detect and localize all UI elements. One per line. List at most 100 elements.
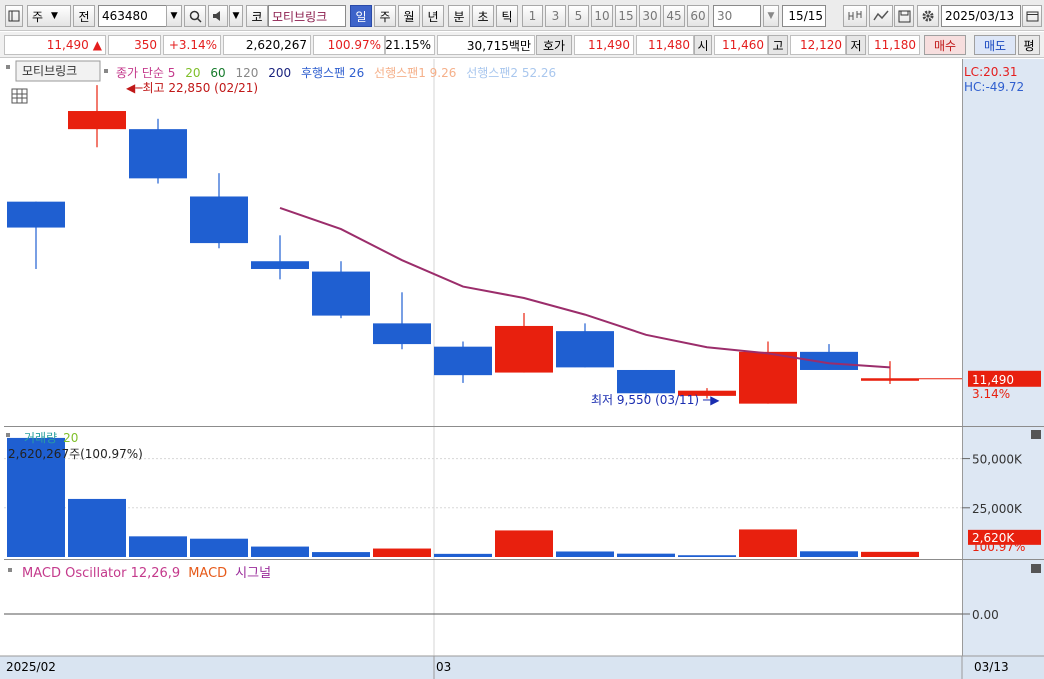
period-minute-tab[interactable]: 분: [448, 5, 470, 27]
candle-body: [7, 201, 65, 228]
volume-tick-label: 50,000K: [972, 453, 1023, 467]
market-kr-button[interactable]: 코: [246, 5, 268, 27]
volume-bar-3: [129, 536, 187, 557]
buy-button[interactable]: 매수: [924, 35, 966, 55]
side-tab-button[interactable]: 평: [1018, 35, 1040, 55]
toolbar: 주 ▼ 전 463480 ▼ ▼ 코 모티브링크 일 주 월 년 분 초 틱 1 …: [0, 0, 1044, 31]
minute-10-button[interactable]: 10: [591, 5, 613, 27]
minute-30-button[interactable]: 30: [639, 5, 661, 27]
candle-body: [373, 323, 431, 345]
low-label: 저: [846, 35, 866, 55]
period-day-tab[interactable]: 일: [350, 5, 372, 27]
x-axis-end-label: 03/13: [974, 660, 1009, 674]
candle-body: [251, 261, 309, 269]
ask-cell: 11,490: [574, 35, 634, 55]
calendar-icon[interactable]: [1022, 5, 1042, 27]
volume-period: 20: [63, 431, 78, 445]
minute-1-button[interactable]: 1: [522, 5, 543, 27]
period-mode-select[interactable]: 주 ▼: [27, 5, 71, 27]
right-axis-background: [962, 59, 1044, 679]
high-cell: 12,120: [790, 35, 846, 55]
turnover: 21.15%: [385, 38, 431, 52]
candle-body: [434, 346, 492, 376]
indicator-marker-icon: [104, 69, 108, 73]
candle-body: [68, 111, 126, 130]
gear-icon[interactable]: [917, 5, 939, 27]
low-price: 11,180: [874, 38, 916, 52]
minute-15-button[interactable]: 15: [615, 5, 637, 27]
volume-bar-14: [800, 551, 858, 557]
volume-ratio: 100.97%: [327, 38, 381, 52]
volume: 2,620,267: [245, 38, 307, 52]
minute-5-button[interactable]: 5: [568, 5, 589, 27]
minute-combo-dropdown-icon[interactable]: ▼: [763, 5, 779, 27]
candle-body: [617, 369, 675, 394]
macd-pane-close-icon[interactable]: [1031, 564, 1041, 573]
speaker-dropdown-icon[interactable]: ▼: [229, 5, 243, 27]
volume-marker-icon: [6, 433, 10, 437]
save-icon[interactable]: [894, 5, 914, 27]
volume-bar-11: [617, 553, 675, 557]
minute-combo-value: 30: [717, 9, 733, 23]
volume-title-line: 거래량 20: [24, 431, 78, 445]
page-count: 15: [788, 9, 804, 23]
speaker-icon[interactable]: [208, 5, 228, 27]
trade-amount: 30,715백만: [466, 38, 531, 53]
line-chart-icon[interactable]: [869, 5, 893, 27]
chart-stock-name: 모티브링크: [22, 64, 77, 78]
layout-icon[interactable]: [5, 5, 23, 27]
period-year-tab[interactable]: 년: [422, 5, 444, 27]
legend-marker-icon: [6, 65, 10, 69]
indicator-leading-span1: 선행스팬1 9.26: [374, 65, 456, 80]
jeon-button[interactable]: 전: [73, 5, 95, 27]
quote-bar: 11,490 ▲ 350 +3.14% 2,620,267 100.97% 21.…: [0, 32, 1044, 58]
open-label: 시: [694, 35, 712, 55]
volume-title: 거래량: [24, 431, 57, 445]
macd-title: MACD Oscillator 12,26,9: [22, 566, 180, 581]
signal-series-label: 시그널: [235, 566, 271, 581]
open-cell: 11,460: [714, 35, 768, 55]
period-second-tab[interactable]: 초: [472, 5, 494, 27]
price-cell: 11,490 ▲: [4, 35, 106, 55]
high-price: 12,120: [800, 38, 842, 52]
sell-button[interactable]: 매도: [974, 35, 1016, 55]
hc-label: HC:-49.72: [964, 80, 1024, 94]
compare-icon[interactable]: [843, 5, 867, 27]
code-dropdown-icon[interactable]: ▼: [166, 5, 182, 27]
up-triangle-icon: ▲: [92, 38, 102, 52]
macd-series-label: MACD: [188, 566, 227, 581]
volume-last-pct: 100.97%: [972, 540, 1025, 554]
current-price: 11,490: [46, 38, 89, 52]
grid-table-icon[interactable]: [11, 88, 28, 104]
vol-ratio-cell: 100.97%: [313, 35, 385, 55]
period-month-tab[interactable]: 월: [398, 5, 420, 27]
volume-pane-close-icon[interactable]: [1031, 430, 1041, 439]
indicator-lagging-span: 후행스팬 26: [301, 65, 364, 80]
search-icon[interactable]: [184, 5, 206, 27]
right-axis-border: [962, 59, 963, 656]
x-axis-month-label: 03: [436, 660, 451, 674]
volume-bar-2: [68, 498, 126, 557]
volume-bar-4: [190, 538, 248, 557]
min-price-label: 최저 9,550 (03/11): [591, 393, 699, 407]
volume-bar-15: [861, 551, 919, 557]
date-value: 2025/03/13: [945, 9, 1015, 23]
volume-tick-label: 25,000K: [972, 502, 1023, 516]
period-mode-value: 주: [32, 9, 44, 24]
chart-area[interactable]: 2025/02 03 03/13 ◀─최고 22,850 (02/21) 최저 9…: [0, 59, 1044, 679]
period-tick-tab[interactable]: 틱: [496, 5, 518, 27]
minute-45-button[interactable]: 45: [663, 5, 685, 27]
minute-combo[interactable]: 30: [713, 5, 761, 27]
bid-label: 호가: [536, 35, 572, 55]
x-axis-background: [0, 656, 1044, 679]
date-field[interactable]: 2025/03/13: [941, 5, 1021, 27]
minute-60-button[interactable]: 60: [687, 5, 709, 27]
minute-3-button[interactable]: 3: [545, 5, 566, 27]
high-label: 고: [768, 35, 788, 55]
indicator-ma200: 200: [268, 66, 291, 80]
code-value: 463480: [102, 9, 148, 23]
max-price-label: 최고 22,850 (02/21): [142, 81, 258, 95]
page-count-field[interactable]: 15/15: [782, 5, 826, 27]
period-week-tab[interactable]: 주: [374, 5, 396, 27]
indicator-ma20: 20: [185, 66, 200, 80]
